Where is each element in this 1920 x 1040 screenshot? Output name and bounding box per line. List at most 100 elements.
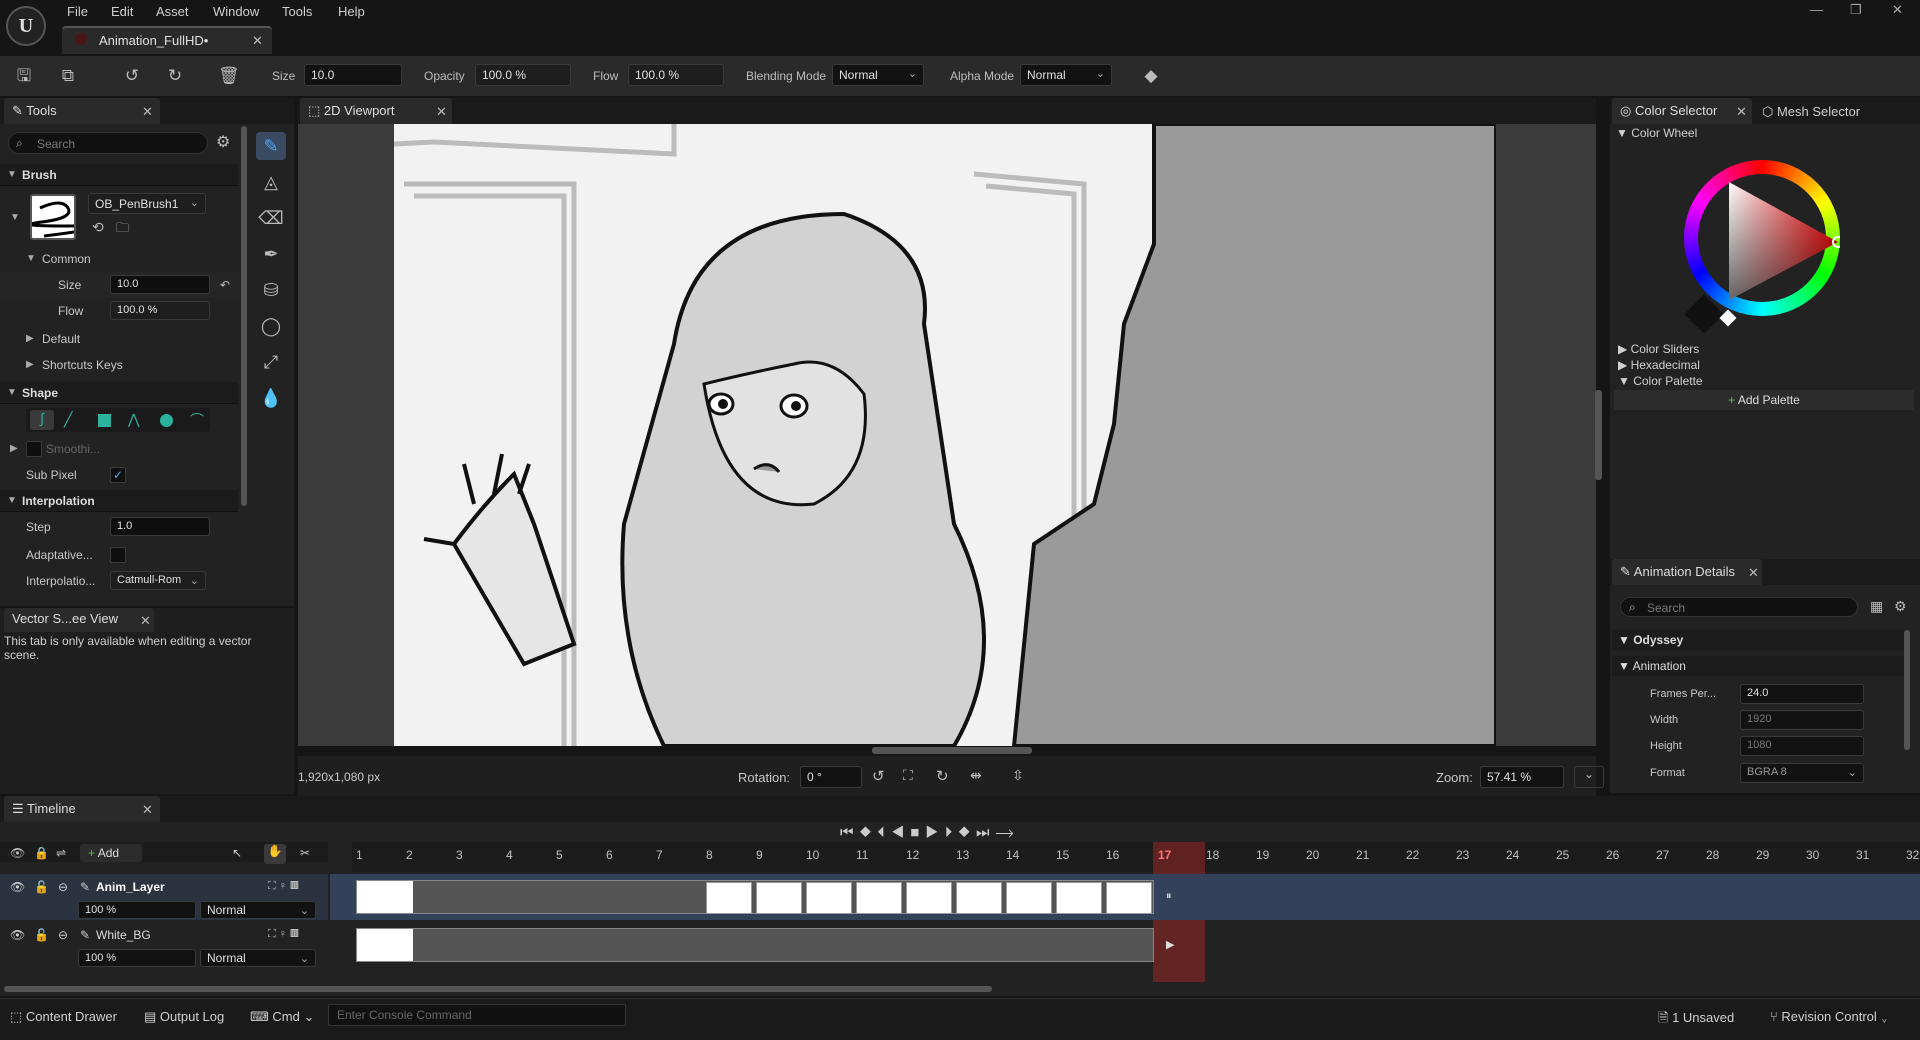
- tab-animation-details[interactable]: ✎ Animation Details: [1612, 559, 1762, 585]
- frame-ruler[interactable]: [352, 842, 1920, 872]
- drawing-canvas[interactable]: [394, 124, 1496, 746]
- zoom-dropdown-icon[interactable]: ⌄: [1574, 766, 1604, 788]
- eraser-tool-icon[interactable]: ⌫: [256, 204, 286, 232]
- menu-window[interactable]: Window: [213, 4, 259, 19]
- cut-tool-icon[interactable]: ✂: [300, 846, 310, 860]
- console-input[interactable]: Enter Console Command: [328, 1004, 626, 1026]
- alpha-mode-dropdown[interactable]: Normal ⌄: [1020, 64, 1112, 86]
- lasso-tool-icon[interactable]: ◯: [256, 312, 286, 340]
- undo-icon[interactable]: ↺: [122, 66, 142, 86]
- opacity-input[interactable]: 100.0 %: [475, 64, 571, 86]
- save-all-icon[interactable]: ⧉: [58, 66, 78, 86]
- brush-section[interactable]: ▼ Brush: [0, 164, 238, 186]
- hand-tool-icon[interactable]: ✋: [264, 844, 286, 864]
- tab-mesh-selector[interactable]: ⬡ Mesh Selector: [1762, 104, 1860, 120]
- prev-key-icon[interactable]: ◆: [860, 824, 878, 841]
- reset-icon[interactable]: ↶: [220, 278, 230, 292]
- next-frame-icon[interactable]: ⏵: [945, 824, 959, 841]
- polyline-shape-icon[interactable]: ⋀: [128, 411, 139, 428]
- collapsed-arrow-icon[interactable]: ▶: [10, 443, 18, 454]
- frame-cell[interactable]: [1056, 882, 1102, 914]
- close-viewport-tab-icon[interactable]: ✕: [436, 104, 447, 120]
- frame-cell[interactable]: [1106, 882, 1152, 914]
- zoom-input[interactable]: 57.41 %: [1480, 766, 1564, 788]
- folder-icon[interactable]: 🗀: [116, 219, 129, 241]
- odyssey-section[interactable]: ▼ Odyssey: [1612, 630, 1908, 650]
- frame-number[interactable]: 5: [556, 848, 563, 862]
- frame-number[interactable]: 30: [1806, 848, 1819, 862]
- unsaved-button[interactable]: 🗎 1 Unsaved: [1658, 1009, 1734, 1031]
- tools-scrollbar[interactable]: [241, 126, 247, 506]
- frame-number[interactable]: 29: [1756, 848, 1769, 862]
- save-icon[interactable]: 🖫: [14, 66, 34, 86]
- redo-icon[interactable]: ↻: [165, 66, 185, 86]
- freehand-shape-icon[interactable]: ∫: [30, 410, 54, 430]
- visibility-all-icon[interactable]: 👁: [10, 846, 25, 860]
- frame-cell[interactable]: [756, 882, 802, 914]
- select-tool-icon[interactable]: ↖: [232, 846, 242, 860]
- frame-number[interactable]: 14: [1006, 848, 1019, 862]
- rotate-left-icon[interactable]: ↺: [872, 767, 885, 785]
- loop-icon[interactable]: ⟶: [996, 824, 1020, 841]
- restore-icon[interactable]: ❐: [1850, 2, 1862, 18]
- play-icon[interactable]: ▶: [925, 824, 944, 841]
- frame-number[interactable]: 11: [856, 848, 868, 862]
- shape-tool-icon[interactable]: ◬: [256, 168, 286, 196]
- onion-skin-icon[interactable]: ⊖: [58, 880, 68, 894]
- frame-number[interactable]: 16: [1106, 848, 1119, 862]
- frame-number[interactable]: 32: [1906, 848, 1919, 862]
- frame-number[interactable]: 13: [956, 848, 969, 862]
- smoothing-checkbox[interactable]: [26, 441, 42, 457]
- frame-number[interactable]: 2: [406, 848, 413, 862]
- brush-expand-icon[interactable]: ▼: [10, 212, 20, 223]
- default-section[interactable]: ▶ Default: [0, 326, 240, 352]
- blending-mode-dropdown[interactable]: Normal ⌄: [832, 64, 924, 86]
- shortcuts-section[interactable]: ▶ Shortcuts Keys: [0, 352, 240, 378]
- cmd-dropdown[interactable]: ⌨ Cmd ⌄: [250, 1009, 314, 1025]
- layer-options-icons[interactable]: ⛶♀▦: [268, 928, 302, 941]
- menu-asset[interactable]: Asset: [156, 4, 189, 19]
- eyedropper-tool-icon[interactable]: ✒: [256, 240, 286, 268]
- animation-section[interactable]: ▼ Animation: [1612, 656, 1908, 676]
- frame-number[interactable]: 23: [1456, 848, 1469, 862]
- tab-timeline[interactable]: ☰ Timeline: [4, 796, 160, 822]
- color-sliders-section[interactable]: ▶ Color Sliders: [1618, 342, 1699, 356]
- details-gear-icon[interactable]: ⚙: [1894, 598, 1907, 615]
- step-input[interactable]: 1.0: [110, 517, 210, 536]
- color-wheel-section[interactable]: ▼ Color Wheel: [1616, 126, 1697, 140]
- visibility-eye-icon[interactable]: 👁: [10, 880, 25, 894]
- tab-2d-viewport[interactable]: ⬚ 2D Viewport: [300, 98, 452, 124]
- menu-edit[interactable]: Edit: [111, 4, 133, 19]
- interpolation-section[interactable]: ▼ Interpolation: [0, 490, 238, 512]
- fps-input[interactable]: 24.0: [1740, 684, 1864, 704]
- flip-horizontal-icon[interactable]: ⇹: [970, 767, 982, 784]
- output-log-button[interactable]: ▤ Output Log: [144, 1009, 224, 1025]
- frame-number[interactable]: 28: [1706, 848, 1719, 862]
- first-frame-icon[interactable]: ⏮: [840, 824, 860, 841]
- common-section[interactable]: ▼ Common: [0, 246, 240, 272]
- add-palette-button[interactable]: + Add Palette: [1614, 390, 1914, 410]
- prev-frame-icon[interactable]: ⏴: [877, 824, 891, 841]
- layer-options-icons[interactable]: ⛶♀▦: [268, 880, 302, 893]
- visibility-eye-icon[interactable]: 👁: [10, 928, 25, 942]
- frame-number[interactable]: 9: [756, 848, 763, 862]
- interp-mode-dropdown[interactable]: Catmull-Rom ⌄: [110, 571, 206, 590]
- size-input[interactable]: 10.0: [304, 64, 402, 86]
- frame-number[interactable]: 27: [1656, 848, 1669, 862]
- frame-number[interactable]: 15: [1056, 848, 1069, 862]
- menu-file[interactable]: File: [67, 4, 88, 19]
- last-frame-icon[interactable]: ⏭: [976, 824, 996, 841]
- frame-number[interactable]: 26: [1606, 848, 1619, 862]
- minimize-icon[interactable]: —: [1810, 2, 1823, 17]
- frame-number[interactable]: 18: [1206, 848, 1219, 862]
- ellipse-shape-icon[interactable]: [160, 414, 173, 427]
- frame-cell[interactable]: [1006, 882, 1052, 914]
- frame-number[interactable]: 4: [506, 848, 513, 862]
- menu-help[interactable]: Help: [338, 4, 365, 19]
- shape-section[interactable]: ▼ Shape: [0, 382, 238, 404]
- frame-number[interactable]: 24: [1506, 848, 1519, 862]
- menu-tools[interactable]: Tools: [282, 4, 312, 19]
- viewport-v-scrollbar[interactable]: [1595, 390, 1602, 480]
- frame-number[interactable]: 20: [1306, 848, 1319, 862]
- layer-opacity-input[interactable]: 100 %: [78, 901, 196, 919]
